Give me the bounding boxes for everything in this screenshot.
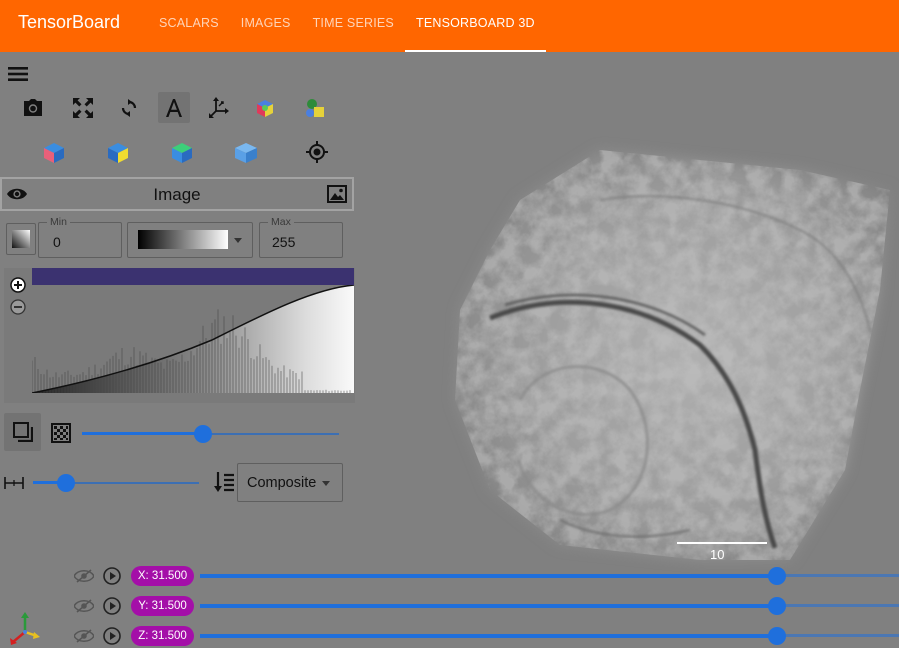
max-field[interactable]: Max 255 <box>259 216 343 258</box>
scale-bar <box>677 542 767 544</box>
min-label: Min <box>47 216 70 228</box>
menu-icon[interactable] <box>6 63 30 85</box>
sample-distance-slider-thumb[interactable] <box>57 474 75 492</box>
text-annotation-icon[interactable] <box>158 92 190 123</box>
view-front-icon[interactable] <box>41 140 67 166</box>
blend-mode-select[interactable]: Composite <box>237 463 343 502</box>
blend-mode-value: Composite <box>247 475 317 491</box>
slice-row-x: X: 31.500 <box>0 563 899 589</box>
app-header: TensorBoard SCALARS IMAGES TIME SERIES T… <box>0 0 899 52</box>
slice-x-thumb[interactable] <box>768 567 786 585</box>
tab-images[interactable]: IMAGES <box>230 0 302 52</box>
view-side-icon[interactable] <box>169 140 195 166</box>
visibility-off-icon[interactable] <box>73 626 95 646</box>
slice-z-label[interactable]: Z: 31.500 <box>131 626 194 646</box>
chevron-down-icon <box>234 238 242 243</box>
slice-z-thumb[interactable] <box>768 627 786 645</box>
nav-tabs: SCALARS IMAGES TIME SERIES TENSORBOARD 3… <box>148 0 546 52</box>
colormap-band <box>32 268 354 285</box>
chevron-down-icon <box>322 481 330 486</box>
scale-bar-label: 10 <box>710 547 725 562</box>
axes-icon[interactable] <box>206 95 232 121</box>
zoom-in-icon[interactable] <box>9 276 27 294</box>
slice-y-fill <box>200 604 777 608</box>
camera-icon[interactable] <box>20 95 46 121</box>
opacity-slider[interactable] <box>82 424 339 444</box>
max-label: Max <box>268 216 294 228</box>
rotate-icon[interactable] <box>116 95 142 121</box>
slice-x-label[interactable]: X: 31.500 <box>131 566 194 586</box>
slice-y-label[interactable]: Y: 31.500 <box>131 596 194 616</box>
visibility-off-icon[interactable] <box>73 566 95 586</box>
colormap-preview <box>138 230 228 249</box>
app-brand[interactable]: TensorBoard <box>18 12 120 33</box>
slice-x-fill <box>200 574 777 578</box>
opacity-checker-icon[interactable] <box>50 422 72 444</box>
tab-time-series[interactable]: TIME SERIES <box>302 0 405 52</box>
transfer-function-editor[interactable] <box>4 268 355 403</box>
view-top-icon[interactable] <box>105 140 131 166</box>
min-value[interactable]: 0 <box>53 234 61 250</box>
play-icon[interactable] <box>102 626 122 646</box>
zoom-out-icon[interactable] <box>9 298 27 316</box>
color-cube-icon[interactable] <box>252 95 278 121</box>
crosshair-icon[interactable] <box>304 139 330 165</box>
slice-row-z: Z: 31.500 <box>0 623 899 648</box>
shadow-toggle-icon[interactable] <box>4 413 41 451</box>
tab-scalars[interactable]: SCALARS <box>148 0 230 52</box>
visibility-off-icon[interactable] <box>73 596 95 616</box>
min-field[interactable]: Min 0 <box>38 216 122 258</box>
slice-row-y: Y: 31.500 <box>0 593 899 619</box>
fullscreen-icon[interactable] <box>70 95 96 121</box>
slice-y-thumb[interactable] <box>768 597 786 615</box>
view-3d-icon[interactable] <box>233 140 259 166</box>
opacity-slider-thumb[interactable] <box>194 425 212 443</box>
histogram-chart <box>32 285 354 393</box>
play-icon[interactable] <box>102 566 122 586</box>
gradient-square-icon[interactable] <box>6 223 36 255</box>
tab-tensorboard-3d[interactable]: TENSORBOARD 3D <box>404 0 546 52</box>
shapes-icon[interactable] <box>302 95 328 121</box>
image-layer-header: Image <box>0 177 354 211</box>
play-icon[interactable] <box>102 596 122 616</box>
image-icon[interactable] <box>326 183 348 205</box>
image-layer-title: Image <box>153 185 201 204</box>
sample-distance-slider[interactable] <box>33 473 199 493</box>
max-value[interactable]: 255 <box>272 234 295 250</box>
colormap-select[interactable] <box>127 222 253 258</box>
spacing-icon[interactable] <box>3 473 25 493</box>
orientation-axes-icon <box>8 612 42 646</box>
sort-order-icon[interactable] <box>212 470 236 494</box>
slice-z-fill <box>200 634 777 638</box>
